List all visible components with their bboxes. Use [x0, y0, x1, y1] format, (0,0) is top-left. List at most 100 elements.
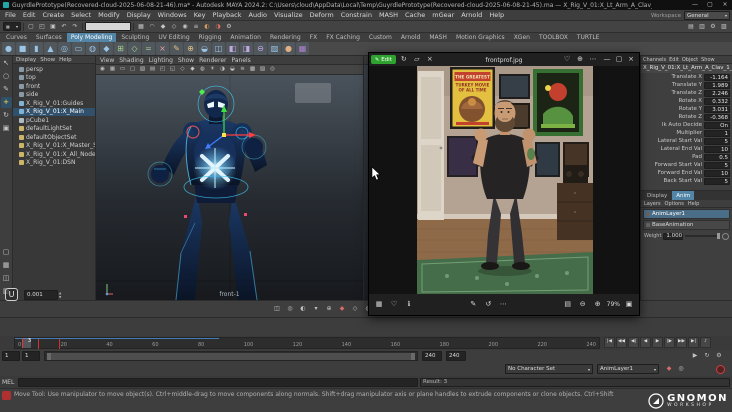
viewport-menu-item[interactable]: Show [178, 57, 194, 64]
shadows-icon[interactable]: ◑ [218, 65, 227, 74]
snap-grid-icon[interactable]: ▦ [136, 22, 146, 32]
redo-icon[interactable]: ↷ [70, 22, 80, 32]
playback-speed-icon[interactable]: ▶ [690, 351, 700, 361]
info-icon[interactable]: ℹ [403, 299, 415, 311]
shelf-tab[interactable]: Sculpting [117, 33, 153, 42]
xray-icon[interactable]: ▨ [258, 65, 267, 74]
grid-toggle-icon[interactable]: ▦ [108, 65, 117, 74]
draw-icon[interactable]: ✎ [467, 299, 479, 311]
viewport-menu-item[interactable]: Panels [231, 57, 250, 64]
shelf-bridge-icon[interactable]: = [142, 42, 155, 55]
layer-weight-slider[interactable] [685, 235, 720, 237]
playback-start-field[interactable] [22, 351, 40, 361]
play-backwards-button[interactable]: ◀ [640, 337, 651, 348]
more-options-icon[interactable]: ⋯ [587, 54, 599, 66]
anim-end-field[interactable] [446, 351, 466, 361]
shelf-tab[interactable]: Poly Modeling [67, 33, 117, 42]
viewport-canvas[interactable]: front-1 [96, 75, 363, 300]
outliner-item[interactable]: side [13, 91, 95, 100]
fullscreen-icon[interactable]: ▣ [623, 299, 635, 311]
menubar-item[interactable]: Windows [158, 11, 187, 19]
channel-value-field[interactable]: 10 [704, 146, 730, 153]
maximize-button[interactable]: ▢ [703, 0, 717, 10]
outliner-item[interactable]: defaultObjectSet [13, 133, 95, 142]
menubar-item[interactable]: File [5, 11, 16, 19]
soft-select-icon[interactable]: ◎ [285, 304, 295, 314]
layer-menu-item[interactable]: Options [665, 201, 684, 207]
tool-settings-icon[interactable]: ⚙ [708, 22, 718, 32]
shelf-target-weld-icon[interactable]: ⊕ [184, 42, 197, 55]
set-key-icon[interactable]: ◆ [664, 364, 674, 374]
zoom-in-icon[interactable]: ⊕ [592, 299, 604, 311]
outliner-item[interactable]: persp [13, 65, 95, 74]
outliner-item[interactable]: X_Rig_V_01:X_All_Nodes_Con [13, 150, 95, 159]
photo-edit-button[interactable]: ✎Edit [371, 55, 396, 64]
all-photos-icon[interactable]: ▦ [373, 299, 385, 311]
shelf-tab[interactable]: Rigging [195, 33, 226, 42]
favorite-icon[interactable]: ♡ [388, 299, 400, 311]
menubar-item[interactable]: mGear [432, 11, 454, 19]
shelf-cone-icon[interactable]: ▲ [44, 42, 57, 55]
field-chart-icon[interactable]: ▤ [148, 65, 157, 74]
outliner-item[interactable]: X_Rig_V_01:X_Master_Set [13, 142, 95, 151]
favorite-icon[interactable]: ♡ [561, 54, 573, 66]
minimize-button[interactable]: — [688, 0, 702, 10]
outliner-item[interactable]: pCube1 [13, 116, 95, 125]
layer-editor-tab[interactable]: Anim [672, 191, 694, 200]
shelf-tab[interactable]: XGen [510, 33, 534, 42]
loop-icon[interactable]: ↻ [702, 351, 712, 361]
render-settings-icon[interactable]: ⚙ [224, 22, 234, 32]
channelbox-menu-item[interactable]: Show [701, 57, 715, 63]
photo-image[interactable]: THE GREATEST TURKEY MOVIE OF ALL TIME [417, 66, 593, 295]
zoom-icon[interactable]: ⊕ [574, 54, 586, 66]
render-icon[interactable]: ◐ [202, 22, 212, 32]
shelf-sculpt-icon[interactable]: ● [282, 42, 295, 55]
outliner-menu-item[interactable]: Show [40, 57, 55, 63]
channel-value-field[interactable]: 5 [704, 138, 730, 145]
step-forward-key-button[interactable]: |▶ [664, 337, 675, 348]
anti-aliasing-icon[interactable]: ▩ [248, 65, 257, 74]
channel-value-field[interactable]: 5 [704, 162, 730, 169]
outliner-item[interactable]: X_Rig_V_01:Guides [13, 99, 95, 108]
menubar-item[interactable]: Key [194, 11, 206, 19]
channel-value-field[interactable]: -1.164 [704, 74, 730, 81]
step-back-key-button[interactable]: ◀| [628, 337, 639, 348]
shelf-crease-icon[interactable]: ▨ [268, 42, 281, 55]
shelf-platonic-icon[interactable]: ◆ [100, 42, 113, 55]
viewport-menu-item[interactable]: Lighting [149, 57, 173, 64]
channelbox-menu-item[interactable]: Channels [643, 57, 666, 63]
shelf-disc-icon[interactable]: ◍ [86, 42, 99, 55]
shelf-tab[interactable]: UV Editing [154, 33, 193, 42]
filmstrip-icon[interactable]: ▤ [562, 299, 574, 311]
menubar-item[interactable]: Deform [310, 11, 334, 19]
shelf-tab[interactable]: Custom [365, 33, 396, 42]
audio-toggle-icon[interactable]: ♪ [700, 337, 711, 348]
layout-single-icon[interactable]: ▢ [1, 247, 12, 258]
outliner-item[interactable]: front [13, 82, 95, 91]
step-forward-frame-button[interactable]: ▶▶ [676, 337, 687, 348]
menubar-item[interactable]: Audio [249, 11, 267, 19]
shelf-lattice-icon[interactable]: ▦ [296, 42, 309, 55]
photo-maximize-button[interactable]: ▢ [613, 54, 625, 66]
snap-together-icon[interactable]: ⊕ [324, 304, 334, 314]
menubar-item[interactable]: Modify [98, 11, 120, 19]
outliner-item[interactable]: top [13, 74, 95, 83]
menubar-item[interactable]: Playback [212, 11, 241, 19]
shelf-quad-draw-icon[interactable]: ✎ [170, 42, 183, 55]
move-tool-icon[interactable]: + [1, 97, 12, 108]
layer-editor-tab[interactable]: Display [643, 191, 671, 200]
construction-history-icon[interactable]: ≡ [191, 22, 201, 32]
shelf-tab[interactable]: Motion Graphics [452, 33, 509, 42]
anim-snapshot-icon[interactable]: ◎ [676, 364, 686, 374]
shelf-tab[interactable]: Surfaces [32, 33, 66, 42]
character-model[interactable] [96, 75, 363, 300]
ao-icon[interactable]: ◒ [228, 65, 237, 74]
command-input[interactable] [18, 378, 418, 387]
outliner-menu-item[interactable]: Help [59, 57, 72, 63]
shelf-tab[interactable]: Animation [226, 33, 265, 42]
shelf-tab[interactable]: FX Caching [322, 33, 364, 42]
workspace-dropdown[interactable]: General▾ [684, 11, 730, 20]
gate-mask-icon[interactable]: ▧ [138, 65, 147, 74]
delete-icon[interactable]: × [424, 54, 436, 66]
preferences-icon[interactable]: ⚙ [714, 351, 724, 361]
